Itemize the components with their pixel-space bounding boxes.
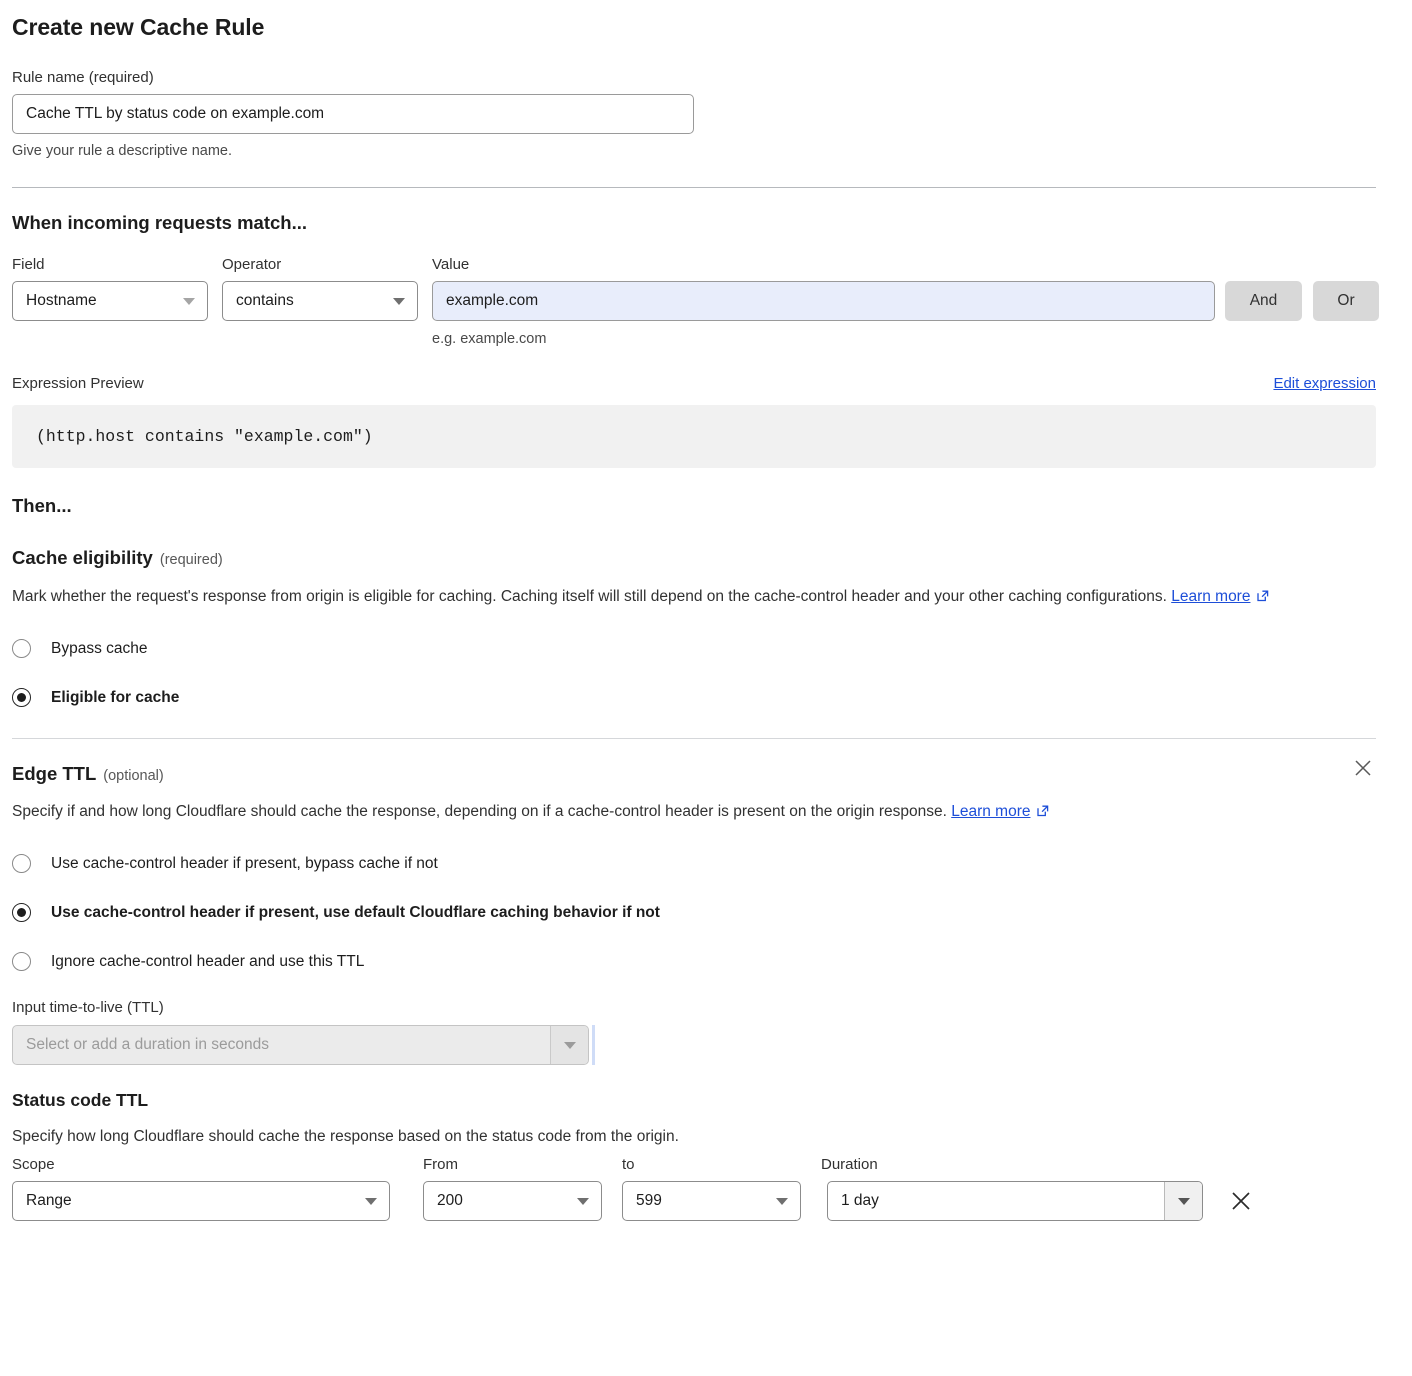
- cache-eligibility-description: Mark whether the request's response from…: [12, 588, 1167, 605]
- or-button[interactable]: Or: [1313, 281, 1379, 321]
- scope-select[interactable]: Range: [12, 1181, 390, 1221]
- radio-label: Use cache-control header if present, byp…: [51, 855, 438, 873]
- cache-eligibility-required-note: (required): [160, 552, 223, 568]
- ttl-select-value: Select or add a duration in seconds: [13, 1026, 550, 1064]
- rule-name-help: Give your rule a descriptive name.: [12, 143, 1400, 159]
- rule-name-input[interactable]: [12, 94, 694, 134]
- to-column-label: to: [622, 1156, 821, 1173]
- external-link-icon: [1036, 800, 1050, 827]
- chevron-down-icon: [365, 1198, 377, 1205]
- field-label: Field: [12, 256, 222, 273]
- chevron-down-icon: [577, 1198, 589, 1205]
- operator-select-value: contains: [236, 292, 294, 310]
- to-select-value: 599: [636, 1192, 662, 1210]
- operator-label: Operator: [222, 256, 432, 273]
- radio-indicator: [12, 688, 31, 707]
- to-select[interactable]: 599: [622, 1181, 801, 1221]
- from-select[interactable]: 200: [423, 1181, 602, 1221]
- remove-status-code-ttl-row-button[interactable]: [1228, 1188, 1254, 1214]
- cache-eligibility-heading: Cache eligibility: [12, 547, 153, 568]
- status-code-ttl-heading: Status code TTL: [12, 1090, 1400, 1111]
- radio-bypass-cache[interactable]: Bypass cache: [12, 639, 1400, 658]
- ttl-focus-indicator: [592, 1025, 595, 1065]
- external-link-icon: [1256, 585, 1270, 612]
- expression-preview-label: Expression Preview: [12, 375, 144, 392]
- duration-select[interactable]: 1 day: [827, 1181, 1203, 1221]
- chevron-down-icon: [564, 1042, 576, 1049]
- and-button[interactable]: And: [1225, 281, 1302, 321]
- from-select-value: 200: [437, 1192, 463, 1210]
- chevron-down-icon: [1178, 1198, 1190, 1205]
- duration-select-value: 1 day: [828, 1182, 1164, 1220]
- chevron-down-icon: [183, 298, 195, 305]
- radio-indicator: [12, 854, 31, 873]
- value-label: Value: [432, 256, 469, 273]
- radio-label: Bypass cache: [51, 640, 148, 658]
- radio-indicator: [12, 952, 31, 971]
- chevron-down-icon: [393, 298, 405, 305]
- duration-dropdown-button[interactable]: [1164, 1182, 1202, 1220]
- operator-select[interactable]: contains: [222, 281, 418, 321]
- radio-edge-ttl-ignore[interactable]: Ignore cache-control header and use this…: [12, 952, 1400, 971]
- radio-edge-ttl-default[interactable]: Use cache-control header if present, use…: [12, 903, 1400, 922]
- status-code-ttl-description: Specify how long Cloudflare should cache…: [12, 1123, 1352, 1150]
- section-divider-2: [12, 738, 1376, 739]
- scope-column-label: Scope: [12, 1156, 423, 1173]
- radio-edge-ttl-bypass[interactable]: Use cache-control header if present, byp…: [12, 854, 1400, 873]
- rule-name-label: Rule name (required): [12, 69, 1400, 86]
- radio-label: Eligible for cache: [51, 689, 179, 707]
- edge-ttl-learn-more-link[interactable]: Learn more: [951, 803, 1030, 820]
- cache-rule-form: Create new Cache Rule Rule name (require…: [0, 0, 1412, 1221]
- radio-label: Ignore cache-control header and use this…: [51, 953, 364, 971]
- match-heading: When incoming requests match...: [12, 212, 1400, 234]
- radio-label: Use cache-control header if present, use…: [51, 904, 660, 922]
- edge-ttl-close-icon[interactable]: [1352, 757, 1374, 784]
- edge-ttl-optional-note: (optional): [103, 768, 163, 784]
- status-code-ttl-row: Range 200 599 1 day: [12, 1181, 1400, 1221]
- edit-expression-link[interactable]: Edit expression: [1273, 375, 1376, 392]
- ttl-input-label: Input time-to-live (TTL): [12, 999, 1400, 1016]
- scope-select-value: Range: [26, 1192, 72, 1210]
- duration-column-label: Duration: [821, 1156, 878, 1173]
- ttl-select[interactable]: Select or add a duration in seconds: [12, 1025, 589, 1065]
- then-heading: Then...: [12, 495, 1400, 517]
- expression-preview-box: (http.host contains "example.com"): [12, 405, 1376, 468]
- edge-ttl-heading: Edge TTL: [12, 763, 96, 784]
- edge-ttl-description: Specify if and how long Cloudflare shoul…: [12, 803, 947, 820]
- from-column-label: From: [423, 1156, 622, 1173]
- page-title: Create new Cache Rule: [12, 0, 1400, 41]
- section-divider-1: [12, 187, 1376, 188]
- radio-indicator: [12, 639, 31, 658]
- ttl-dropdown-button[interactable]: [550, 1026, 588, 1064]
- value-input[interactable]: [432, 281, 1215, 321]
- chevron-down-icon: [776, 1198, 788, 1205]
- radio-eligible-for-cache[interactable]: Eligible for cache: [12, 688, 1400, 707]
- cache-eligibility-learn-more-link[interactable]: Learn more: [1171, 588, 1250, 605]
- value-hint: e.g. example.com: [432, 331, 1215, 347]
- field-select[interactable]: Hostname: [12, 281, 208, 321]
- field-select-value: Hostname: [26, 292, 97, 310]
- radio-indicator: [12, 903, 31, 922]
